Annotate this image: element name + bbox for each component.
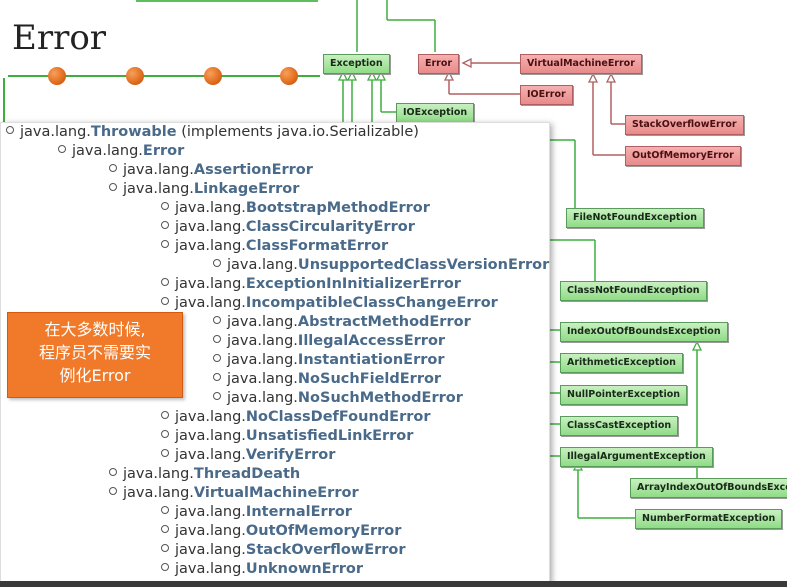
hierarchy-item: java.lang.LinkageError bbox=[109, 180, 299, 199]
class-io-exception: IOException bbox=[396, 103, 475, 123]
class-virtual-machine-error: VirtualMachineError bbox=[520, 54, 642, 74]
class-out-of-memory-error: OutOfMemoryError bbox=[625, 146, 741, 166]
hierarchy-link[interactable]: IncompatibleClassChangeError bbox=[246, 295, 498, 311]
class-number-format-exception: NumberFormatException bbox=[635, 509, 783, 529]
hierarchy-item: java.lang.IllegalAccessError bbox=[213, 332, 445, 351]
class-illegal-argument-exception: IllegalArgumentException bbox=[560, 447, 713, 467]
class-file-not-found-exception: FileNotFoundException bbox=[566, 208, 705, 228]
hierarchy-link[interactable]: UnknownError bbox=[246, 561, 363, 577]
hierarchy-item: java.lang.VirtualMachineError bbox=[109, 484, 359, 503]
hierarchy-link[interactable]: Throwable bbox=[91, 124, 177, 140]
hierarchy-item: java.lang.ExceptionInInitializerError bbox=[161, 275, 461, 294]
hierarchy-item: java.lang.Error bbox=[58, 142, 184, 161]
callout-line: 程序员不需要实 bbox=[38, 343, 151, 362]
hierarchy-link[interactable]: AssertionError bbox=[194, 162, 313, 178]
class-array-index-out-of-bounds-exception: ArrayIndexOutOfBoundsExcepti bbox=[630, 478, 787, 498]
hierarchy-item: java.lang.UnknownError bbox=[161, 560, 363, 579]
hierarchy-item: java.lang.NoSuchMethodError bbox=[213, 389, 463, 408]
hierarchy-link[interactable]: VirtualMachineError bbox=[194, 485, 359, 501]
class-arithmetic-exception: ArithmeticException bbox=[560, 353, 683, 373]
callout-note: 在大多数时候, 程序员不需要实 例化Error bbox=[7, 312, 183, 398]
hierarchy-item: java.lang.NoSuchFieldError bbox=[213, 370, 441, 389]
hierarchy-item: java.lang.NoClassDefFoundError bbox=[161, 408, 430, 427]
hierarchy-link[interactable]: InternalError bbox=[246, 504, 352, 520]
hierarchy-link[interactable]: NoClassDefFoundError bbox=[246, 409, 431, 425]
hierarchy-item: java.lang.UnsupportedClassVersionError bbox=[213, 256, 549, 275]
hierarchy-item: java.lang.ThreadDeath bbox=[109, 465, 300, 484]
callout-line: 例化Error bbox=[59, 366, 131, 385]
hierarchy-link[interactable]: BootstrapMethodError bbox=[246, 200, 430, 216]
hierarchy-link[interactable]: NoSuchMethodError bbox=[298, 390, 463, 406]
hierarchy-item: java.lang.AbstractMethodError bbox=[213, 313, 471, 332]
class-index-out-of-bounds-exception: IndexOutOfBoundsException bbox=[560, 322, 728, 342]
hierarchy-link[interactable]: ExceptionInInitializerError bbox=[246, 276, 461, 292]
hierarchy-item: java.lang.IncompatibleClassChangeError bbox=[161, 294, 498, 313]
hierarchy-link[interactable]: LinkageError bbox=[194, 181, 300, 197]
hierarchy-item: java.lang.Throwable (implements java.io.… bbox=[6, 123, 419, 142]
class-null-pointer-exception: NullPointerException bbox=[560, 385, 687, 405]
hierarchy-link[interactable]: ClassFormatError bbox=[246, 238, 388, 254]
class-class-cast-exception: ClassCastException bbox=[560, 416, 679, 436]
class-class-not-found-exception: ClassNotFoundException bbox=[560, 281, 707, 301]
hierarchy-item: java.lang.InternalError bbox=[161, 503, 352, 522]
hierarchy-link[interactable]: IllegalAccessError bbox=[298, 333, 445, 349]
hierarchy-link[interactable]: Error bbox=[143, 143, 184, 159]
hierarchy-link[interactable]: OutOfMemoryError bbox=[246, 523, 401, 539]
hierarchy-item: java.lang.UnsatisfiedLinkError bbox=[161, 427, 413, 446]
class-error: Error bbox=[418, 54, 460, 74]
hierarchy-item: java.lang.StackOverflowError bbox=[161, 541, 406, 560]
class-stack-overflow-error: StackOverflowError bbox=[625, 115, 744, 135]
hierarchy-link[interactable]: VerifyError bbox=[246, 447, 335, 463]
class-io-error: IOError bbox=[520, 85, 573, 105]
hierarchy-item: java.lang.ClassCircularityError bbox=[161, 218, 415, 237]
hierarchy-link[interactable]: NoSuchFieldError bbox=[298, 371, 441, 387]
hierarchy-link[interactable]: ThreadDeath bbox=[194, 466, 300, 482]
hierarchy-item: java.lang.ClassFormatError bbox=[161, 237, 388, 256]
hierarchy-link[interactable]: StackOverflowError bbox=[246, 542, 406, 558]
hierarchy-link[interactable]: UnsupportedClassVersionError bbox=[298, 257, 549, 273]
class-exception: Exception bbox=[323, 54, 390, 74]
hierarchy-item: java.lang.VerifyError bbox=[161, 446, 335, 465]
hierarchy-item: java.lang.BootstrapMethodError bbox=[161, 199, 430, 218]
bottom-bar bbox=[0, 581, 787, 587]
callout-line: 在大多数时候, bbox=[44, 320, 146, 339]
hierarchy-link[interactable]: AbstractMethodError bbox=[298, 314, 471, 330]
hierarchy-link[interactable]: UnsatisfiedLinkError bbox=[246, 428, 414, 444]
hierarchy-item: java.lang.InstantiationError bbox=[213, 351, 445, 370]
hierarchy-link[interactable]: ClassCircularityError bbox=[246, 219, 415, 235]
hierarchy-link[interactable]: InstantiationError bbox=[298, 352, 445, 368]
hierarchy-item: java.lang.AssertionError bbox=[109, 161, 313, 180]
hierarchy-item: java.lang.OutOfMemoryError bbox=[161, 522, 401, 541]
